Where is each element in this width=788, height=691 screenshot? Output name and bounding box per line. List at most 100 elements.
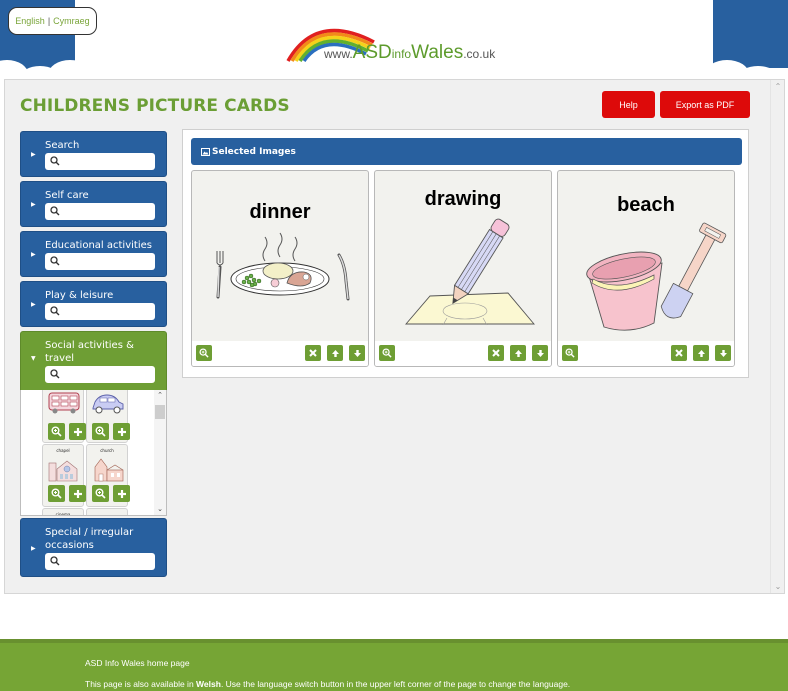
card-move-up-button[interactable] bbox=[327, 345, 343, 361]
page-title: CHILDRENS PICTURE CARDS bbox=[20, 96, 290, 116]
language-separator: | bbox=[47, 16, 51, 26]
plus-icon bbox=[117, 427, 126, 436]
card-zoom-button[interactable] bbox=[562, 345, 578, 361]
arrow-up-icon bbox=[514, 349, 522, 357]
zoom-in-icon bbox=[95, 426, 106, 437]
drawing-illustration bbox=[405, 218, 535, 326]
category-label-line2: travel bbox=[45, 353, 75, 364]
add-card-button[interactable] bbox=[113, 423, 130, 440]
card-action-bar bbox=[375, 341, 551, 366]
close-icon bbox=[309, 349, 317, 357]
footer-note-text: This page is also available in bbox=[85, 679, 197, 689]
footer-home-link[interactable]: ASD Info Wales home page bbox=[85, 658, 190, 668]
selected-images-title: Selected Images bbox=[212, 146, 296, 157]
zoom-in-icon bbox=[51, 488, 62, 499]
selected-images-header: Selected Images bbox=[191, 138, 742, 165]
zoom-in-button[interactable] bbox=[92, 485, 109, 502]
card-remove-button[interactable] bbox=[671, 345, 687, 361]
category-search-input[interactable] bbox=[45, 303, 155, 320]
add-card-button[interactable] bbox=[113, 485, 130, 502]
scrollbar-thumb[interactable] bbox=[155, 405, 165, 419]
chapel-icon bbox=[48, 460, 78, 482]
logo-brand-wales: Wales bbox=[411, 42, 464, 63]
beach-illustration bbox=[586, 222, 727, 331]
card-word: dinner bbox=[249, 201, 311, 223]
search-icon bbox=[50, 556, 60, 566]
logo-text: www.ASDinfoWales.co.uk bbox=[324, 42, 495, 64]
arrow-down-icon bbox=[536, 349, 544, 357]
category-self-care[interactable]: ▶ Self care bbox=[20, 181, 167, 227]
card-remove-button[interactable] bbox=[488, 345, 504, 361]
arrow-up-icon bbox=[331, 349, 339, 357]
site-logo[interactable]: www.ASDinfoWales.co.uk bbox=[286, 14, 516, 66]
export-pdf-button[interactable]: Export as PDF bbox=[660, 91, 750, 118]
card-action-bar bbox=[192, 341, 368, 366]
card-zoom-button[interactable] bbox=[196, 345, 212, 361]
scroll-up-icon[interactable]: ⌃ bbox=[771, 82, 785, 91]
card-word: beach bbox=[617, 194, 675, 216]
zoom-in-icon bbox=[199, 348, 209, 358]
card-move-up-button[interactable] bbox=[693, 345, 709, 361]
logo-suffix: .co.uk bbox=[463, 47, 496, 61]
site-header: English | Cymraeg www.ASDinfoWales.co.uk bbox=[0, 0, 788, 92]
zoom-in-button[interactable] bbox=[48, 485, 65, 502]
category-label: Search bbox=[45, 140, 80, 151]
zoom-in-button[interactable] bbox=[48, 423, 65, 440]
thumbnail-caption: church bbox=[100, 448, 114, 453]
help-button[interactable]: Help bbox=[602, 91, 655, 118]
logo-brand-asd: ASD bbox=[352, 42, 392, 63]
footer-language-note: This page is also available in Welsh. Us… bbox=[85, 679, 570, 689]
category-search-input[interactable] bbox=[45, 366, 155, 383]
footer-note-text: . Use the language switch button in the … bbox=[220, 679, 571, 689]
bus-icon bbox=[48, 392, 80, 414]
arrow-down-icon bbox=[719, 349, 727, 357]
app-frame: CHILDRENS PICTURE CARDS Help Export as P… bbox=[4, 79, 785, 594]
scroll-down-icon[interactable]: ⌄ bbox=[154, 505, 166, 513]
add-card-button[interactable] bbox=[69, 423, 86, 440]
card-zoom-button[interactable] bbox=[379, 345, 395, 361]
search-icon bbox=[50, 206, 60, 216]
add-card-button[interactable] bbox=[69, 485, 86, 502]
tray-scrollbar[interactable]: ⌃ ⌄ bbox=[154, 390, 166, 515]
category-label: Play & leisure bbox=[45, 290, 114, 301]
category-label-line2: occasions bbox=[45, 540, 94, 551]
frame-scrollbar[interactable]: ⌃ ⌄ bbox=[770, 80, 784, 593]
arrow-down-icon bbox=[353, 349, 361, 357]
caret-right-icon: ▶ bbox=[31, 251, 36, 258]
category-search[interactable]: ▶ Search bbox=[20, 131, 167, 177]
caret-right-icon: ▶ bbox=[31, 545, 36, 552]
category-label-line1: Social activities & bbox=[45, 340, 134, 351]
language-welsh-link[interactable]: Cymraeg bbox=[53, 16, 90, 26]
close-icon bbox=[492, 349, 500, 357]
category-educational-activities[interactable]: ▶ Educational activities bbox=[20, 231, 167, 277]
language-english-link[interactable]: English bbox=[15, 16, 45, 26]
card-move-down-button[interactable] bbox=[349, 345, 365, 361]
card-move-up-button[interactable] bbox=[510, 345, 526, 361]
category-search-input[interactable] bbox=[45, 203, 155, 220]
category-play-leisure[interactable]: ▶ Play & leisure bbox=[20, 281, 167, 327]
category-label: Self care bbox=[45, 190, 89, 201]
zoom-in-button[interactable] bbox=[92, 423, 109, 440]
category-search-input[interactable] bbox=[45, 153, 155, 170]
category-special-occasions[interactable]: ▶ Special / irregular occasions bbox=[20, 518, 167, 577]
scroll-down-icon[interactable]: ⌄ bbox=[771, 582, 785, 591]
header-decoration-right bbox=[713, 0, 788, 68]
category-social-activities-travel[interactable]: ▼ Social activities & travel bbox=[20, 331, 167, 391]
scroll-up-icon[interactable]: ⌃ bbox=[154, 391, 166, 399]
caret-right-icon: ▶ bbox=[31, 201, 36, 208]
category-search-input[interactable] bbox=[45, 253, 155, 270]
thumbnail-cinema: cinema bbox=[42, 508, 84, 516]
picture-card-beach: beach bbox=[557, 170, 735, 367]
language-switch: English | Cymraeg bbox=[8, 7, 97, 35]
zoom-in-icon bbox=[51, 426, 62, 437]
picture-card-drawing: drawing bbox=[374, 170, 552, 367]
category-search-input[interactable] bbox=[45, 553, 155, 570]
logo-brand-info: info bbox=[391, 47, 412, 61]
card-move-down-button[interactable] bbox=[715, 345, 731, 361]
church-icon bbox=[94, 458, 124, 482]
card-move-down-button[interactable] bbox=[532, 345, 548, 361]
card-remove-button[interactable] bbox=[305, 345, 321, 361]
thumbnail-caption: cinema bbox=[55, 512, 71, 516]
caret-right-icon: ▶ bbox=[31, 151, 36, 158]
caret-right-icon: ▶ bbox=[31, 301, 36, 308]
